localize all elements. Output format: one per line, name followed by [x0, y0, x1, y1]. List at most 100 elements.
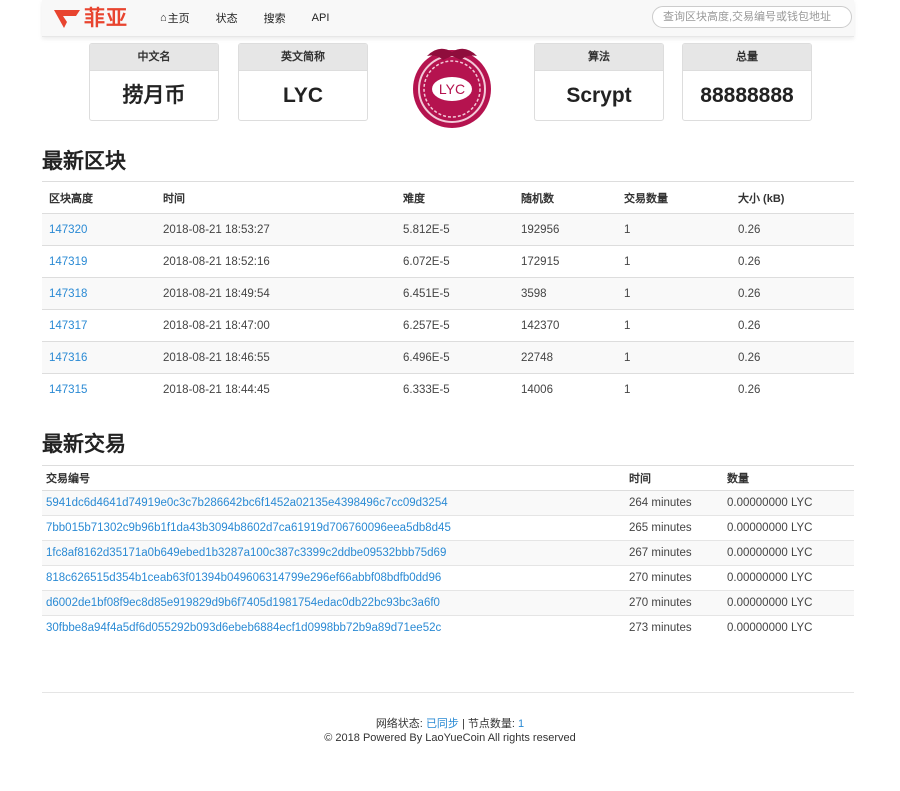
- col-header-difficulty: 难度: [396, 181, 514, 214]
- tx-amount: 0.00000000 LYC: [723, 515, 854, 541]
- tx-id-link[interactable]: 5941dc6d4641d74919e0c3c7b286642bc6f1452a…: [46, 497, 448, 509]
- footer-separator: |: [462, 718, 465, 730]
- coin-logo: LYC: [413, 48, 491, 128]
- table-row: 147315 2018-08-21 18:44:45 6.333E-5 1400…: [42, 373, 854, 405]
- coin-logo-text: LYC: [439, 81, 465, 97]
- block-size: 0.26: [731, 213, 854, 246]
- nav-item-status[interactable]: 状态: [216, 10, 238, 26]
- card-value: Scrypt: [566, 84, 632, 107]
- blocks-table: 区块高度 时间 难度 随机数 交易数量 大小 (kB) 147320 2018-…: [42, 181, 854, 405]
- nav-menu: ⌂ 主页 状态 搜索 API: [160, 0, 355, 36]
- nav-item-home-label: 主页: [167, 13, 190, 25]
- block-height-link[interactable]: 147319: [49, 256, 87, 268]
- tx-time: 270 minutes: [625, 565, 723, 591]
- card-label: 中文名: [90, 44, 218, 71]
- block-time: 2018-08-21 18:44:45: [156, 373, 396, 405]
- block-difficulty: 6.072E-5: [396, 245, 514, 278]
- table-row: 147317 2018-08-21 18:47:00 6.257E-5 1423…: [42, 309, 854, 342]
- col-header-time: 时间: [625, 465, 723, 491]
- block-tx-count: 1: [617, 309, 731, 342]
- block-difficulty: 6.257E-5: [396, 309, 514, 342]
- transactions-table: 交易编号 时间 数量 5941dc6d4641d74919e0c3c7b2866…: [42, 465, 854, 640]
- network-status-value[interactable]: 已同步: [426, 718, 459, 730]
- block-tx-count: 1: [617, 245, 731, 278]
- col-header-time: 时间: [156, 181, 396, 214]
- table-header-row: 区块高度 时间 难度 随机数 交易数量 大小 (kB): [42, 181, 854, 214]
- tx-time: 264 minutes: [625, 490, 723, 516]
- block-nonce: 22748: [514, 341, 617, 374]
- brand-link[interactable]: 菲亚: [54, 6, 128, 32]
- block-height-link[interactable]: 147315: [49, 384, 87, 396]
- table-row: 5941dc6d4641d74919e0c3c7b286642bc6f1452a…: [42, 490, 854, 516]
- navbar: 菲亚 ⌂ 主页 状态 搜索 API: [42, 0, 854, 37]
- block-difficulty: 6.496E-5: [396, 341, 514, 374]
- table-row: 147316 2018-08-21 18:46:55 6.496E-5 2274…: [42, 341, 854, 374]
- col-header-tx-count: 交易数量: [617, 181, 731, 214]
- tx-id-link[interactable]: 30fbbe8a94f4a5df6d055292b093d6ebeb6884ec…: [46, 622, 441, 634]
- brand-logo-icon: [54, 10, 80, 28]
- block-nonce: 142370: [514, 309, 617, 342]
- block-size: 0.26: [731, 245, 854, 278]
- latest-blocks-title: 最新区块: [42, 150, 126, 173]
- block-nonce: 172915: [514, 245, 617, 278]
- nav-item-home[interactable]: ⌂ 主页: [160, 10, 190, 26]
- block-time: 2018-08-21 18:47:00: [156, 309, 396, 342]
- tx-amount: 0.00000000 LYC: [723, 540, 854, 566]
- block-time: 2018-08-21 18:52:16: [156, 245, 396, 278]
- card-value: LYC: [282, 84, 324, 107]
- block-time: 2018-08-21 18:49:54: [156, 277, 396, 310]
- block-tx-count: 1: [617, 373, 731, 405]
- copyright: © 2018 Powered By LaoYueCoin All rights …: [324, 732, 576, 744]
- block-nonce: 3598: [514, 277, 617, 310]
- table-row: 147319 2018-08-21 18:52:16 6.072E-5 1729…: [42, 245, 854, 278]
- card-chinese-name: 中文名 捞月币: [89, 43, 219, 121]
- tx-time: 270 minutes: [625, 590, 723, 616]
- block-difficulty: 6.333E-5: [396, 373, 514, 405]
- card-algorithm: 算法 Scrypt: [534, 43, 664, 121]
- block-tx-count: 1: [617, 341, 731, 374]
- block-height-link[interactable]: 147318: [49, 288, 87, 300]
- node-count-value[interactable]: 1: [518, 718, 524, 730]
- nav-item-search[interactable]: 搜索: [264, 10, 286, 26]
- block-size: 0.26: [731, 373, 854, 405]
- tx-id-link[interactable]: d6002de1bf08f9ec8d85e919829d9b6f7405d198…: [46, 597, 440, 609]
- footer-divider: [42, 692, 854, 693]
- tx-id-link[interactable]: 818c626515d354b1ceab63f01394b04960631479…: [46, 572, 441, 584]
- brand-name: 菲亚: [84, 7, 128, 30]
- tx-time: 267 minutes: [625, 540, 723, 566]
- block-height-link[interactable]: 147320: [49, 224, 87, 236]
- tx-amount: 0.00000000 LYC: [723, 590, 854, 616]
- search-input[interactable]: [652, 6, 852, 28]
- block-difficulty: 5.812E-5: [396, 213, 514, 246]
- table-row: 147318 2018-08-21 18:49:54 6.451E-5 3598…: [42, 277, 854, 310]
- tx-id-link[interactable]: 7bb015b71302c9b96b1f1da43b3094b8602d7ca6…: [46, 522, 451, 534]
- tx-time: 265 minutes: [625, 515, 723, 541]
- table-row: 30fbbe8a94f4a5df6d055292b093d6ebeb6884ec…: [42, 615, 854, 640]
- block-tx-count: 1: [617, 213, 731, 246]
- block-tx-count: 1: [617, 277, 731, 310]
- table-row: d6002de1bf08f9ec8d85e919829d9b6f7405d198…: [42, 590, 854, 616]
- tx-id-link[interactable]: 1fc8af8162d35171a0b649ebed1b3287a100c387…: [46, 547, 446, 559]
- network-status-label: 网络状态:: [375, 718, 423, 730]
- card-value: 88888888: [700, 84, 794, 107]
- nav-item-api[interactable]: API: [312, 12, 330, 24]
- tx-amount: 0.00000000 LYC: [723, 565, 854, 591]
- home-icon: ⌂: [160, 12, 167, 24]
- card-label: 算法: [535, 44, 663, 71]
- col-header-nonce: 随机数: [514, 181, 617, 214]
- table-row: 1fc8af8162d35171a0b649ebed1b3287a100c387…: [42, 540, 854, 566]
- latest-transactions-title: 最新交易: [42, 433, 126, 456]
- table-row: 147320 2018-08-21 18:53:27 5.812E-5 1929…: [42, 213, 854, 246]
- col-header-size: 大小 (kB): [731, 181, 854, 214]
- block-height-link[interactable]: 147317: [49, 320, 87, 332]
- card-total-supply: 总量 88888888: [682, 43, 812, 121]
- table-row: 818c626515d354b1ceab63f01394b04960631479…: [42, 565, 854, 591]
- block-size: 0.26: [731, 341, 854, 374]
- card-english-abbr: 英文简称 LYC: [238, 43, 368, 121]
- table-row: 7bb015b71302c9b96b1f1da43b3094b8602d7ca6…: [42, 515, 854, 541]
- block-size: 0.26: [731, 277, 854, 310]
- block-height-link[interactable]: 147316: [49, 352, 87, 364]
- block-size: 0.26: [731, 309, 854, 342]
- tx-amount: 0.00000000 LYC: [723, 615, 854, 640]
- col-header-tx-id: 交易编号: [42, 465, 625, 491]
